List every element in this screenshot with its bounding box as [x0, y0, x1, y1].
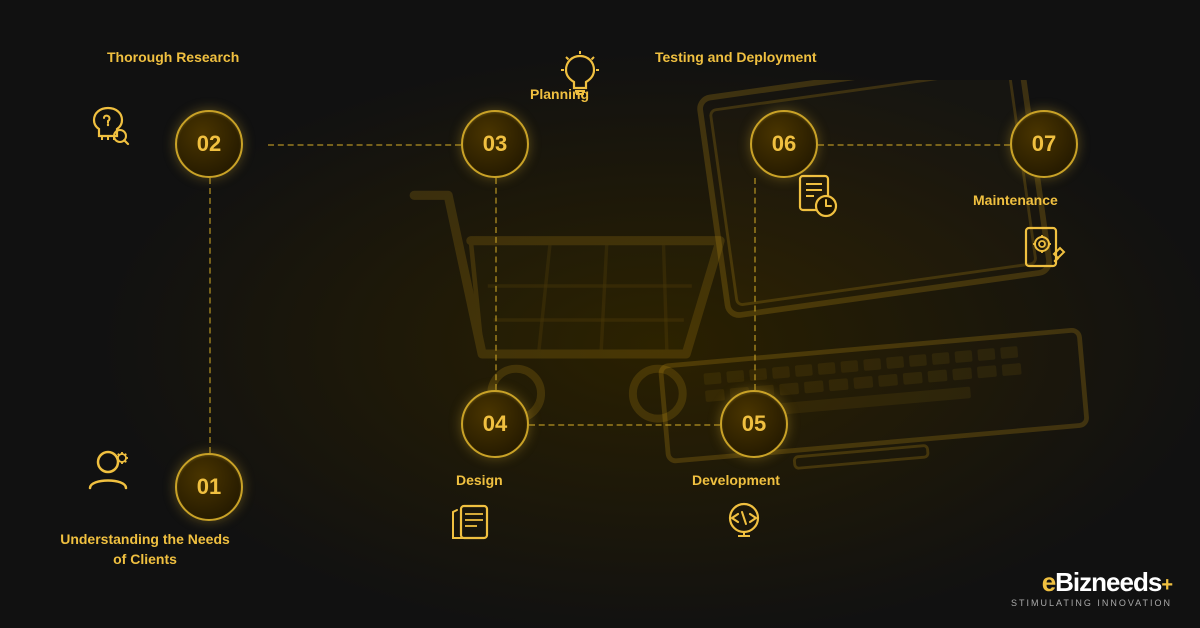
step-circle-01: 01	[175, 453, 243, 521]
step-circle-02: 02	[175, 110, 243, 178]
step-circle-03: 03	[461, 110, 529, 178]
testing-icon	[790, 168, 842, 220]
person-gear-icon	[82, 444, 134, 496]
connector-01-02	[209, 178, 211, 453]
step-circle-04: 04	[461, 390, 529, 458]
step-circle-05: 05	[720, 390, 788, 458]
logo-text: eBizneeds+	[1042, 567, 1172, 598]
step-01-label: Understanding the Needs of Clients	[55, 530, 235, 569]
connector-03-04	[495, 178, 497, 390]
maintenance-icon	[1018, 222, 1070, 274]
code-icon	[718, 500, 770, 544]
connector-02-03	[268, 144, 461, 146]
step-06-label: Testing and Deployment	[655, 49, 817, 65]
step-02-label: Thorough Research	[107, 49, 239, 65]
step-05-label: Development	[692, 472, 780, 488]
main-content: 01 Understanding the Needs of Clients 02…	[0, 0, 1200, 628]
step-07-label: Maintenance	[973, 192, 1058, 208]
logo: eBizneeds+ stimulating innovation	[1011, 567, 1172, 608]
connector-06-07	[818, 144, 1010, 146]
brain-search-icon	[82, 98, 134, 150]
step-03-label: Planning	[530, 86, 589, 102]
logo-tagline: stimulating innovation	[1011, 598, 1172, 608]
step-04-label: Design	[456, 472, 503, 488]
step-circle-07: 07	[1010, 110, 1078, 178]
design-icon	[445, 498, 497, 546]
connector-05-06	[754, 178, 756, 390]
connector-04-05	[529, 424, 720, 426]
